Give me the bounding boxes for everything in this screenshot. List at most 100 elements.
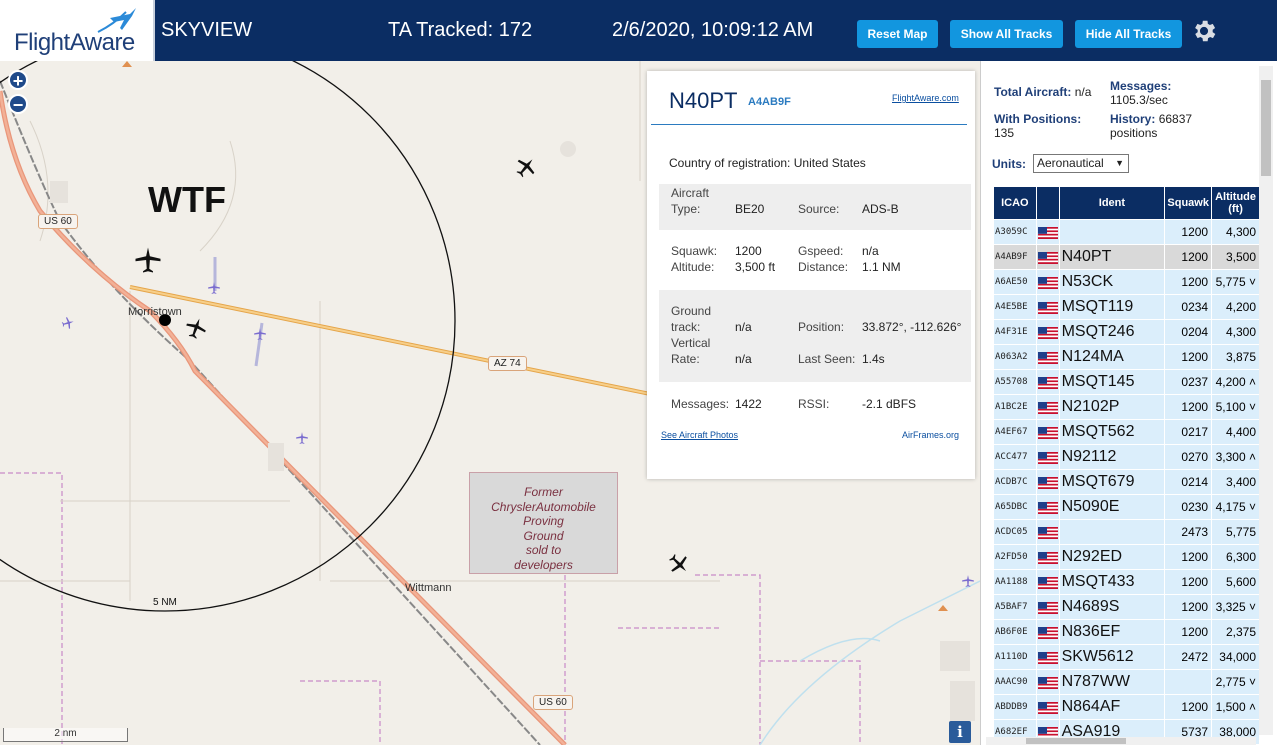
table-row[interactable]: A1110D SKW5612 2472 34,000 — [994, 645, 1259, 669]
column-header-ident[interactable]: Ident — [1059, 187, 1165, 219]
zoom-out-button[interactable]: − — [8, 94, 28, 115]
us-flag-icon — [1036, 345, 1059, 369]
area-label-line: ChryslerAutomobile — [491, 499, 596, 514]
table-row[interactable]: ACDB7C MSQT679 0214 3,400 — [994, 470, 1259, 494]
row-squawk: 0204 — [1165, 320, 1212, 344]
units-select[interactable]: Aeronautical ▼ — [1033, 154, 1129, 173]
table-row[interactable]: AAAC90 N787WW 2,775 ˅ — [994, 670, 1259, 694]
app-title: SKYVIEW — [161, 19, 253, 41]
divider — [651, 124, 967, 125]
type-label: Type: — [671, 202, 701, 216]
aircraft-photos-link[interactable]: See Aircraft Photos — [661, 430, 738, 440]
row-squawk: 0234 — [1165, 295, 1212, 319]
rssi-value: -2.1 dBFS — [862, 397, 917, 411]
distance-label: Distance: — [798, 260, 849, 274]
show-all-tracks-button[interactable]: Show All Tracks — [950, 20, 1063, 48]
row-ident: N53CK — [1059, 270, 1165, 294]
table-row[interactable]: ACC477 N92112 0270 3,300 ˄ — [994, 445, 1259, 469]
row-ident: N40PT — [1059, 245, 1165, 269]
units-selected-value: Aeronautical — [1037, 156, 1104, 170]
country-value: United States — [793, 156, 866, 170]
flightaware-logo[interactable]: FlightAware — [0, 0, 155, 61]
table-row[interactable]: A1BC2E N2102P 1200 5,100 ˅ — [994, 395, 1259, 419]
table-row[interactable]: AA1188 MSQT433 1200 5,600 — [994, 570, 1259, 594]
table-row[interactable]: A4EF67 MSQT562 0217 4,400 — [994, 420, 1259, 444]
area-label-line: Proving — [523, 514, 564, 528]
table-row[interactable]: A4AB9F N40PT 1200 3,500 — [994, 245, 1259, 269]
row-squawk: 1200 — [1165, 220, 1212, 244]
zoom-in-button[interactable]: + — [8, 70, 28, 91]
scrollbar-thumb[interactable] — [1026, 738, 1126, 744]
table-row[interactable]: A5BAF7 N4689S 1200 3,325 ˅ — [994, 595, 1259, 619]
table-row[interactable]: A65DBC N5090E 0230 4,175 ˅ — [994, 495, 1259, 519]
table-row[interactable]: A4E5BE MSQT119 0234 4,200 — [994, 295, 1259, 319]
vertical-scrollbar[interactable] — [1259, 66, 1273, 735]
table-row[interactable]: A4F31E MSQT246 0204 4,300 — [994, 320, 1259, 344]
row-ident: MSQT246 — [1059, 320, 1165, 344]
road-shield-us60: US 60 — [533, 695, 573, 710]
row-altitude: 3,300 ˄ — [1212, 445, 1259, 469]
column-header-flag — [1036, 187, 1059, 219]
table-row[interactable]: A2FD50 N292ED 1200 6,300 — [994, 545, 1259, 569]
table-row[interactable]: A063A2 N124MA 1200 3,875 — [994, 345, 1259, 369]
row-icao: ACDB7C — [994, 470, 1036, 494]
top-header: FlightAware SKYVIEW TA Tracked: 172 2/6/… — [0, 0, 1277, 61]
table-row[interactable]: AB6F0E N836EF 1200 2,375 — [994, 620, 1259, 644]
flightaware-link[interactable]: FlightAware.com — [892, 93, 959, 103]
distance-value: 1.1 NM — [862, 260, 901, 274]
scrollbar-thumb[interactable] — [1261, 80, 1271, 176]
aircraft-icon[interactable] — [961, 574, 975, 588]
row-ident: MSQT679 — [1059, 470, 1165, 494]
altitude-header-label: Altitude — [1215, 191, 1257, 203]
aircraft-icon[interactable] — [133, 245, 163, 275]
row-altitude: 5,600 — [1212, 570, 1259, 594]
aircraft-icon[interactable] — [295, 431, 309, 445]
hide-all-tracks-button[interactable]: Hide All Tracks — [1075, 20, 1182, 48]
table-row[interactable]: ACDC05 2473 5,775 — [994, 520, 1259, 544]
row-ident: N5090E — [1059, 495, 1165, 519]
area-label-proving-ground: Former ChryslerAutomobile Proving Ground… — [469, 472, 618, 574]
table-row[interactable]: A55708 MSQT145 0237 4,200 ˄ — [994, 370, 1259, 394]
us-flag-icon — [1036, 645, 1059, 669]
row-icao: ABDDB9 — [994, 695, 1036, 719]
horizontal-scrollbar[interactable] — [986, 737, 1256, 745]
area-label-line: sold to — [525, 543, 562, 557]
column-header-altitude[interactable]: Altitude (ft) — [1212, 187, 1259, 219]
row-icao: A55708 — [994, 370, 1036, 394]
messages-section: Messages: 1422 RSSI: -2.1 dBFS — [659, 389, 971, 419]
row-ident: N864AF — [1059, 695, 1165, 719]
table-row[interactable]: A6AE50 N53CK 1200 5,775 ˅ — [994, 270, 1259, 294]
history-value: 66837 — [1158, 112, 1193, 126]
row-altitude: 5,775 ˅ — [1212, 270, 1259, 294]
total-aircraft-stat: Total Aircraft: n/a — [994, 85, 1091, 99]
us-flag-icon — [1036, 570, 1059, 594]
aircraft-icon[interactable] — [253, 327, 267, 341]
row-ident: N787WW — [1059, 670, 1165, 694]
table-row[interactable]: A3059C 1200 4,300 — [994, 220, 1259, 244]
us-flag-icon — [1036, 320, 1059, 344]
airframes-link[interactable]: AirFrames.org — [902, 430, 959, 440]
column-header-icao[interactable]: ICAO — [994, 187, 1036, 219]
row-squawk: 1200 — [1165, 695, 1212, 719]
settings-gear-icon[interactable] — [1190, 17, 1218, 45]
row-altitude: 1,500 ˄ — [1212, 695, 1259, 719]
row-squawk: 1200 — [1165, 270, 1212, 294]
row-altitude: 4,300 — [1212, 320, 1259, 344]
row-icao: A2FD50 — [994, 545, 1036, 569]
aircraft-section: Aircraft Type: BE20 Source: ADS-B — [659, 184, 971, 230]
table-row[interactable]: ABDDB9 N864AF 1200 1,500 ˄ — [994, 695, 1259, 719]
altitude-value: 3,500 ft — [735, 260, 776, 274]
row-squawk: 1200 — [1165, 620, 1212, 644]
aircraft-table: ICAO Ident Squawk Altitude (ft) A3059C 120… — [993, 186, 1260, 745]
range-ring-label: 5 NM — [153, 597, 177, 608]
row-ident: N4689S — [1059, 595, 1165, 619]
aircraft-icon[interactable] — [207, 281, 221, 295]
reset-map-button[interactable]: Reset Map — [857, 20, 938, 48]
aircraft-list-panel: Total Aircraft: n/a Messages: 1105.3/sec… — [980, 61, 1277, 745]
map-info-button[interactable]: i — [949, 721, 971, 743]
us-flag-icon — [1036, 245, 1059, 269]
rssi-label: RSSI: — [798, 397, 830, 411]
column-header-squawk[interactable]: Squawk — [1165, 187, 1212, 219]
last-seen-label: Last Seen: — [798, 352, 856, 366]
source-value: ADS-B — [862, 202, 899, 216]
